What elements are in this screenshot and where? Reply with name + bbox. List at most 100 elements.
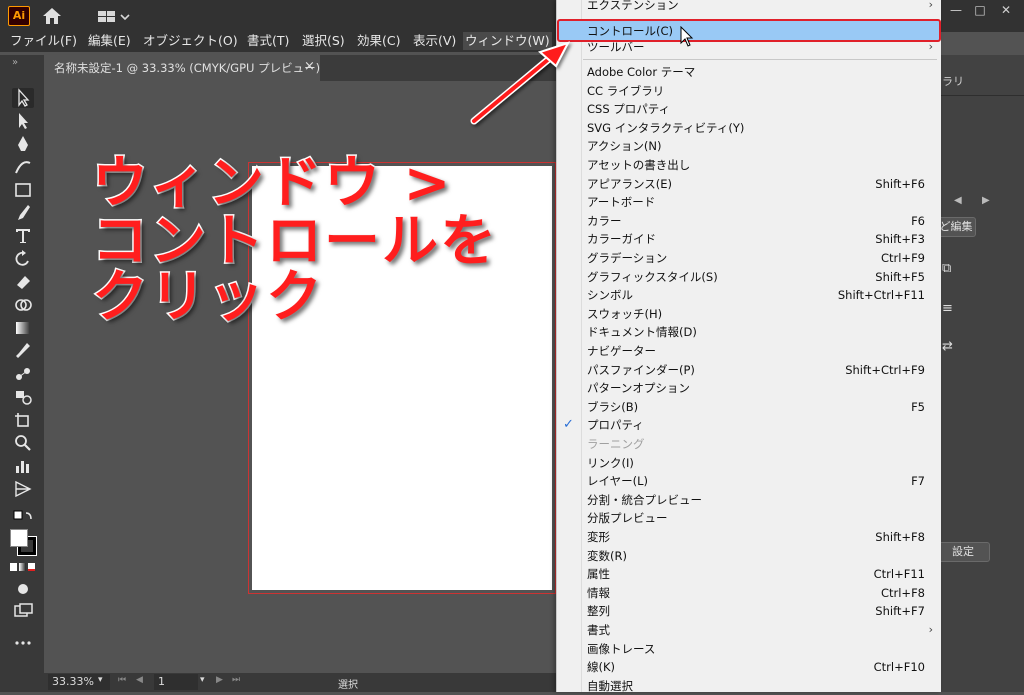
menu-item[interactable]: 書式 ›: [557, 621, 941, 639]
menu-item[interactable]: ✓ プロパティ: [557, 416, 941, 434]
previous-page-icon[interactable]: ◀: [136, 675, 143, 685]
menu-item[interactable]: 変数(R): [557, 547, 941, 565]
last-page-icon[interactable]: ⏭: [232, 675, 240, 685]
close-tab-icon[interactable]: ×: [304, 59, 315, 74]
menu-item-label: アセットの書き出し: [587, 158, 691, 172]
menu-item[interactable]: 自動選択: [557, 677, 941, 695]
mouse-cursor-icon: [680, 26, 694, 47]
settings-button[interactable]: 設定: [936, 542, 990, 562]
menu-item[interactable]: ナビゲーター: [557, 342, 941, 360]
first-page-icon[interactable]: ⏮: [118, 675, 126, 685]
menu-item[interactable]: レイヤー(L) F7: [557, 472, 941, 490]
fill-stroke-swatch[interactable]: [8, 529, 38, 557]
perspective-grid-tool-icon[interactable]: [12, 479, 34, 499]
menu-item-extensions[interactable]: エクステンション ›: [557, 0, 941, 14]
eyedropper-tool-icon[interactable]: [12, 341, 34, 361]
menu-item-label: リンク(I): [587, 455, 634, 470]
symbol-sprayer-tool-icon[interactable]: [12, 387, 34, 407]
more-tools-icon[interactable]: [12, 633, 34, 653]
rectangle-tool-icon[interactable]: [12, 180, 34, 200]
checkmark-icon: ✓: [563, 417, 574, 433]
menu-item-label: 整列: [587, 604, 610, 619]
paintbrush-tool-icon[interactable]: [12, 203, 34, 223]
menu-item[interactable]: 情報 Ctrl+F8: [557, 584, 941, 602]
eraser-tool-icon[interactable]: [12, 272, 34, 292]
menu-item[interactable]: Adobe Color テーマ: [557, 63, 941, 81]
menu-item[interactable]: アピアランス(E) Shift+F6: [557, 175, 941, 193]
menu-item[interactable]: 分版プレビュー: [557, 509, 941, 527]
artboard-tool-icon[interactable]: [12, 410, 34, 430]
menu-item[interactable]: ブラシ(B) F5: [557, 398, 941, 416]
menu-item[interactable]: アートボード: [557, 193, 941, 211]
menu-object[interactable]: オブジェクト(O): [141, 32, 240, 50]
type-tool-icon[interactable]: [12, 226, 34, 246]
color-mode-icons[interactable]: [10, 563, 36, 573]
menu-window[interactable]: ウィンドウ(W): [463, 32, 552, 50]
edit-button[interactable]: ど編集: [936, 217, 976, 237]
menu-item-label: CSS プロパティ: [587, 102, 671, 117]
menu-item[interactable]: グラフィックスタイル(S) Shift+F5: [557, 268, 941, 286]
menu-item-shortcut: Ctrl+F9: [880, 251, 925, 265]
menu-item[interactable]: CC ライブラリ: [557, 82, 941, 100]
menu-item[interactable]: カラーガイド Shift+F3: [557, 230, 941, 248]
swap-fill-stroke-icon[interactable]: [12, 507, 34, 523]
menu-item-label: CC ライブラリ: [587, 83, 665, 98]
menu-item[interactable]: SVG インタラクティビティ(Y): [557, 119, 941, 137]
panel-icon[interactable]: ≡: [942, 301, 953, 316]
chevron-down-icon[interactable]: ▾: [200, 675, 205, 685]
menu-item[interactable]: 属性 Ctrl+F11: [557, 565, 941, 583]
home-icon[interactable]: [42, 7, 62, 25]
menu-effect[interactable]: 効果(C): [355, 32, 402, 50]
menu-item[interactable]: グラデーション Ctrl+F9: [557, 249, 941, 267]
menu-item[interactable]: 分割・統合プレビュー: [557, 491, 941, 509]
gradient-tool-icon[interactable]: [12, 318, 34, 338]
zoom-level-field[interactable]: 33.33% ▾: [48, 674, 110, 690]
menu-edit[interactable]: 編集(E): [86, 32, 133, 50]
maximize-icon[interactable]: □: [970, 2, 990, 18]
minimize-icon[interactable]: —: [946, 2, 966, 18]
menu-item[interactable]: 線(K) Ctrl+F10: [557, 658, 941, 676]
menu-item[interactable]: パスファインダー(P) Shift+Ctrl+F9: [557, 361, 941, 379]
menu-item[interactable]: CSS プロパティ: [557, 100, 941, 118]
curvature-tool-icon[interactable]: [12, 157, 34, 177]
panel-icon[interactable]: ⇄: [942, 339, 953, 354]
zoom-tool-icon[interactable]: [12, 433, 34, 453]
arrow-right-icon[interactable]: ▶: [982, 195, 990, 206]
menu-file[interactable]: ファイル(F): [8, 32, 79, 50]
column-graph-tool-icon[interactable]: [12, 456, 34, 476]
panel-icon[interactable]: ⧉: [942, 261, 951, 276]
menu-item[interactable]: カラー F6: [557, 212, 941, 230]
menu-view[interactable]: 表示(V): [411, 32, 458, 50]
document-tab[interactable]: 名称未設定-1 @ 33.33% (CMYK/GPU プレビュー) ×: [44, 55, 320, 81]
menu-item[interactable]: 画像トレース: [557, 640, 941, 658]
menu-item-shortcut: Ctrl+F10: [873, 660, 925, 675]
menu-bar: ファイル(F) 編集(E) オブジェクト(O) 書式(T) 選択(S) 効果(C…: [0, 30, 560, 52]
menu-item-label: 画像トレース: [587, 641, 656, 656]
arrow-left-icon[interactable]: ◀: [954, 195, 962, 206]
workspace-switcher-icon[interactable]: [97, 9, 131, 25]
shape-builder-tool-icon[interactable]: [12, 295, 34, 315]
menu-item[interactable]: スウォッチ(H): [557, 305, 941, 323]
draw-mode-icon[interactable]: [12, 579, 34, 599]
menu-item[interactable]: ドキュメント情報(D): [557, 323, 941, 341]
menu-type[interactable]: 書式(T): [245, 32, 291, 50]
next-page-icon[interactable]: ▶: [216, 675, 223, 685]
menu-item[interactable]: 変形 Shift+F8: [557, 528, 941, 546]
menu-item[interactable]: 整列 Shift+F7: [557, 602, 941, 620]
selection-tool-icon[interactable]: [12, 88, 34, 108]
menu-item-label: パターンオプション: [587, 381, 690, 396]
menu-item[interactable]: アセットの書き出し: [557, 156, 941, 174]
pen-tool-icon[interactable]: [12, 134, 34, 154]
menu-select[interactable]: 選択(S): [300, 32, 347, 50]
menu-item[interactable]: パターンオプション: [557, 379, 941, 397]
menu-item[interactable]: アクション(N): [557, 137, 941, 155]
panel-grip-icon[interactable]: »: [12, 57, 18, 68]
rotate-tool-icon[interactable]: [12, 249, 34, 269]
menu-item[interactable]: シンボル Shift+Ctrl+F11: [557, 286, 941, 304]
artboard-number-field[interactable]: 1: [154, 674, 198, 690]
close-icon[interactable]: ✕: [996, 2, 1016, 18]
blend-tool-icon[interactable]: [12, 364, 34, 384]
direct-selection-tool-icon[interactable]: [12, 111, 34, 131]
screen-mode-icon[interactable]: [12, 601, 34, 621]
menu-item[interactable]: リンク(I): [557, 454, 941, 472]
